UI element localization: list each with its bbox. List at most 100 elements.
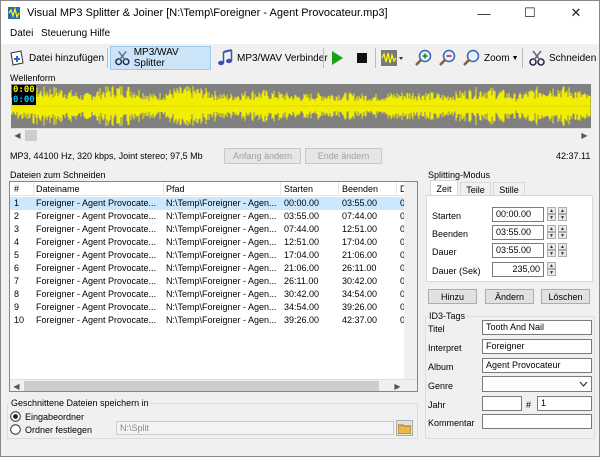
table-row[interactable]: 2 Foreigner - Agent Provocate... N:\Temp\F…	[10, 210, 417, 223]
scroll-right-icon[interactable]: ▶	[391, 380, 404, 391]
table-row[interactable]: 4 Foreigner - Agent Provocate... N:\Temp\F…	[10, 236, 417, 249]
output-folder-field[interactable]: N:\Split	[116, 421, 394, 435]
spin-up-icon[interactable]: ▲	[547, 207, 556, 214]
scroll-thumb[interactable]	[24, 381, 379, 391]
waveform-scrollbar[interactable]: ◀ ▶	[11, 128, 591, 141]
spin-up-icon[interactable]: ▲	[547, 262, 556, 269]
cut-button[interactable]: Schneiden	[525, 46, 599, 70]
table-row[interactable]: 9 Foreigner - Agent Provocate... N:\Temp\F…	[10, 301, 417, 314]
table-cell: 03:55.00	[284, 211, 320, 221]
table-row[interactable]: 3 Foreigner - Agent Provocate... N:\Temp\F…	[10, 223, 417, 236]
table-cell: N:\Temp\Foreigner - Agen...	[166, 263, 277, 273]
column-header[interactable]: Dateiname	[36, 184, 80, 194]
column-divider[interactable]	[338, 182, 339, 196]
table-row[interactable]: 10 Foreigner - Agent Provocate... N:\Temp\…	[10, 314, 417, 327]
column-header[interactable]: #	[14, 184, 19, 194]
duration-sec-spinner[interactable]: ▲ ▼	[547, 262, 556, 277]
zoom-dropdown-button[interactable]: Zoom ▼	[460, 46, 522, 70]
start-time-input[interactable]: 00:00.00	[492, 207, 544, 222]
scissors-icon	[115, 51, 130, 66]
zoom-label: Zoom	[484, 52, 510, 64]
table-vertical-scrollbar[interactable]	[404, 182, 417, 379]
stop-button[interactable]	[353, 46, 371, 70]
title-bar[interactable]: Visual MP3 Splitter & Joiner [N:\Temp\Fo…	[1, 1, 599, 25]
spin-down-icon[interactable]: ▼	[547, 214, 556, 221]
album-input[interactable]: Agent Provocateur	[482, 358, 592, 373]
tab-silence[interactable]: Stille	[493, 182, 525, 196]
add-files-button[interactable]: Datei hinzufügen	[5, 46, 107, 70]
spin-down-icon[interactable]: ▼	[558, 214, 567, 221]
fixed-folder-option[interactable]: Ordner festlegen	[10, 424, 92, 435]
menu-hilfe[interactable]: Hilfe	[90, 28, 110, 39]
menu-steuerung[interactable]: Steuerung	[41, 28, 87, 39]
comment-label: Kommentar	[428, 418, 475, 428]
browse-folder-button[interactable]	[396, 420, 413, 436]
joiner-label: MP3/WAV Verbinder	[237, 52, 328, 64]
tab-time[interactable]: Zeit	[430, 180, 458, 196]
spin-down-icon[interactable]: ▼	[547, 250, 556, 257]
spin-up-icon[interactable]: ▲	[558, 225, 567, 232]
files-table[interactable]: # Dateiname Pfad Starten Beenden Dauer 1…	[9, 181, 418, 392]
track-number-input[interactable]: 1	[537, 396, 592, 411]
table-row[interactable]: 5 Foreigner - Agent Provocate... N:\Temp\F…	[10, 249, 417, 262]
spin-up-icon[interactable]: ▲	[558, 207, 567, 214]
chevron-down-icon: ▼	[511, 54, 519, 62]
change-split-button[interactable]: Ändern	[485, 289, 534, 304]
menu-datei[interactable]: Datei	[10, 28, 33, 39]
genre-select[interactable]	[482, 376, 592, 392]
table-row[interactable]: 6 Foreigner - Agent Provocate... N:\Temp\F…	[10, 262, 417, 275]
column-header[interactable]: Pfad	[166, 184, 185, 194]
delete-split-button[interactable]: Löschen	[541, 289, 590, 304]
scroll-left-icon[interactable]: ◀	[10, 380, 23, 391]
column-divider[interactable]	[280, 182, 281, 196]
spin-down-icon[interactable]: ▼	[558, 232, 567, 239]
spin-up-icon[interactable]: ▲	[558, 243, 567, 250]
minimize-button[interactable]: —	[461, 1, 507, 25]
start-time-spinner-2[interactable]: ▲ ▼	[558, 207, 567, 222]
tab-parts[interactable]: Teile	[460, 182, 491, 196]
column-divider[interactable]	[163, 182, 164, 196]
change-start-button[interactable]: Anfang ändern	[224, 148, 301, 164]
zoom-out-button[interactable]	[436, 46, 460, 70]
comment-input[interactable]	[482, 414, 592, 429]
start-time-spinner[interactable]: ▲ ▼	[547, 207, 556, 222]
title-input[interactable]: Tooth And Nail	[482, 320, 592, 335]
duration-input[interactable]: 03:55.00	[492, 243, 544, 258]
scroll-left-icon[interactable]: ◀	[11, 129, 24, 142]
play-button[interactable]	[327, 46, 347, 70]
end-time-spinner[interactable]: ▲ ▼	[547, 225, 556, 240]
table-row[interactable]: 7 Foreigner - Agent Provocate... N:\Temp\F…	[10, 275, 417, 288]
zoom-in-button[interactable]	[412, 46, 436, 70]
spin-up-icon[interactable]: ▲	[547, 225, 556, 232]
add-split-button[interactable]: Hinzu	[428, 289, 477, 304]
change-end-button[interactable]: Ende ändern	[305, 148, 382, 164]
artist-input[interactable]: Foreigner	[482, 339, 592, 354]
duration-sec-input[interactable]: 235,00	[492, 262, 544, 277]
joiner-mode-button[interactable]: MP3/WAV Verbinder	[213, 46, 331, 70]
table-row[interactable]: 1 Foreigner - Agent Provocate... N:\Temp\F…	[10, 197, 417, 210]
input-folder-option[interactable]: Eingabeordner	[10, 411, 84, 422]
scroll-right-icon[interactable]: ▶	[578, 129, 591, 142]
end-time-spinner-2[interactable]: ▲ ▼	[558, 225, 567, 240]
close-button[interactable]: ✕	[553, 1, 599, 25]
spin-down-icon[interactable]: ▼	[558, 250, 567, 257]
column-divider[interactable]	[396, 182, 397, 196]
column-divider[interactable]	[33, 182, 34, 196]
spin-down-icon[interactable]: ▼	[547, 232, 556, 239]
year-input[interactable]	[482, 396, 522, 411]
waveform-view-button[interactable]	[378, 46, 406, 70]
end-time-input[interactable]: 03:55.00	[492, 225, 544, 240]
waveform-display[interactable]: 0:00 0:00	[11, 84, 591, 128]
maximize-button[interactable]: ☐	[507, 1, 553, 25]
table-cell: 26:11.00	[284, 276, 319, 286]
table-horizontal-scrollbar[interactable]: ◀ ▶	[10, 379, 417, 391]
duration-spinner[interactable]: ▲ ▼	[547, 243, 556, 258]
column-header[interactable]: Starten	[284, 184, 313, 194]
spin-up-icon[interactable]: ▲	[547, 243, 556, 250]
spin-down-icon[interactable]: ▼	[547, 269, 556, 276]
duration-spinner-2[interactable]: ▲ ▼	[558, 243, 567, 258]
column-header[interactable]: Beenden	[342, 184, 378, 194]
splitter-mode-button[interactable]: MP3/WAV Splitter	[110, 46, 211, 70]
scroll-thumb[interactable]	[25, 130, 37, 141]
table-row[interactable]: 8 Foreigner - Agent Provocate... N:\Temp\F…	[10, 288, 417, 301]
